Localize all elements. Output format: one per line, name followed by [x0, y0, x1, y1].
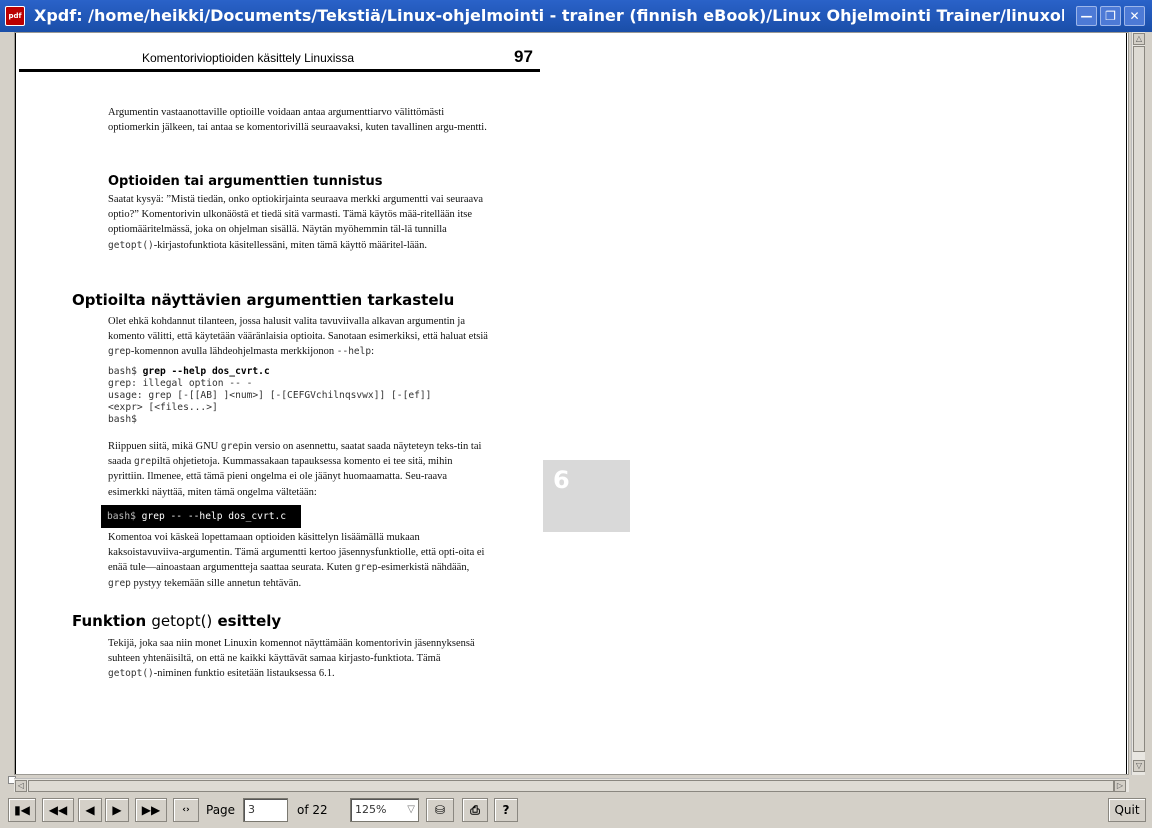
pdf-page: Komentorivioptioiden käsittely Linuxissa… [15, 33, 1127, 774]
left-arrow-icon: ◁ [17, 781, 25, 790]
document-viewport[interactable]: Komentorivioptioiden käsittely Linuxissa… [14, 32, 1129, 775]
zoom-value: 125% [355, 803, 387, 816]
window-title: Xpdf: /home/heikki/Documents/Tekstiä/Lin… [34, 6, 1064, 25]
find-button[interactable]: ⛁ [426, 798, 454, 822]
fast-back-button[interactable]: ◀◀ [42, 798, 74, 822]
scroll-down-button[interactable]: ▽ [1133, 760, 1145, 772]
right-arrow-icon: ▷ [1116, 781, 1124, 790]
paragraph-4: Riippuen siitä, mikä GNU grepin versio o… [108, 441, 482, 498]
subheading-options-recognition: Optioiden tai argumenttien tunnistus [108, 174, 383, 189]
page-total: of 22 [297, 803, 328, 817]
header-rule [19, 69, 540, 72]
fast-forward-icon: ▶▶ [141, 803, 161, 817]
first-page-icon: ▮◀ [14, 803, 30, 817]
close-icon: ✕ [1129, 9, 1140, 23]
code-command-box: bash$ grep -- --help dos_cvrt.c [101, 505, 301, 528]
down-arrow-icon: ▽ [1135, 761, 1143, 770]
next-page-icon: ▶ [112, 803, 122, 817]
fast-back-icon: ◀◀ [48, 803, 68, 817]
binoculars-icon: ⛁ [434, 803, 446, 817]
paragraph-3: Olet ehkä kohdannut tilanteen, jossa hal… [108, 316, 488, 358]
close-button[interactable]: ✕ [1124, 6, 1145, 26]
vertical-scroll-thumb[interactable] [1133, 46, 1145, 752]
scroll-left-button[interactable]: ◁ [15, 780, 27, 792]
next-page-button[interactable]: ▶ [105, 798, 129, 822]
back-forward-button[interactable]: ‹› [173, 798, 199, 822]
page-number-input[interactable]: 3 [243, 798, 288, 822]
scroll-up-button[interactable]: △ [1133, 33, 1145, 45]
prev-page-button[interactable]: ◀ [78, 798, 102, 822]
chapter-tab: 6 [543, 460, 630, 532]
vertical-scrollbar[interactable]: △ ▽ [1131, 32, 1145, 775]
toolbar: ▮◀ ◀◀ ◀ ▶ ▶▶ ‹› Page 3 of 22 125% ▽ ⛁ ⎙ … [0, 796, 1152, 828]
maximize-icon: ❐ [1105, 9, 1116, 23]
back-forward-icon: ‹› [182, 805, 190, 815]
maximize-button[interactable]: ❐ [1100, 6, 1121, 26]
section-heading-argument-inspection: Optioilta näyttävien argumenttien tarkas… [72, 291, 455, 309]
page-number: 97 [514, 47, 533, 66]
zoom-select[interactable]: 125% ▽ [350, 798, 419, 822]
title-bar: pdf Xpdf: /home/heikki/Documents/Tekstiä… [0, 0, 1152, 32]
minimize-button[interactable]: — [1076, 6, 1097, 26]
chevron-down-icon: ▽ [407, 804, 415, 815]
horizontal-scrollbar[interactable]: ◁ ▷ [14, 778, 1129, 792]
quit-button[interactable]: Quit [1108, 798, 1146, 822]
paragraph-5: Komentoa voi käskeä lopettamaan optioide… [108, 532, 485, 589]
paragraph-1: Argumentin vastaanottaville optioille vo… [108, 107, 487, 134]
minimize-icon: — [1080, 9, 1093, 23]
xpdf-app-icon[interactable]: pdf [5, 6, 25, 26]
horizontal-scroll-thumb[interactable] [28, 780, 1114, 792]
paragraph-6: Tekijä, joka saa niin monet Linuxin kome… [108, 638, 475, 680]
paragraph-2: Saatat kysyä: ”Mistä tiedän, onko optiok… [108, 194, 484, 251]
fast-forward-button[interactable]: ▶▶ [135, 798, 167, 822]
print-button[interactable]: ⎙ [462, 798, 488, 822]
up-arrow-icon: △ [1135, 34, 1143, 43]
about-button[interactable]: ? [494, 798, 518, 822]
code-listing-grep-error: bash$ grep --help dos_cvrt.c grep: illeg… [108, 366, 432, 425]
page-label: Page [206, 803, 236, 817]
prev-page-icon: ◀ [85, 803, 95, 817]
section-heading-getopt: Funktion getopt() esittely [72, 612, 282, 630]
print-icon: ⎙ [470, 803, 480, 817]
scroll-right-button[interactable]: ▷ [1114, 780, 1126, 792]
first-page-button[interactable]: ▮◀ [8, 798, 36, 822]
running-head: Komentorivioptioiden käsittely Linuxissa [142, 51, 355, 65]
